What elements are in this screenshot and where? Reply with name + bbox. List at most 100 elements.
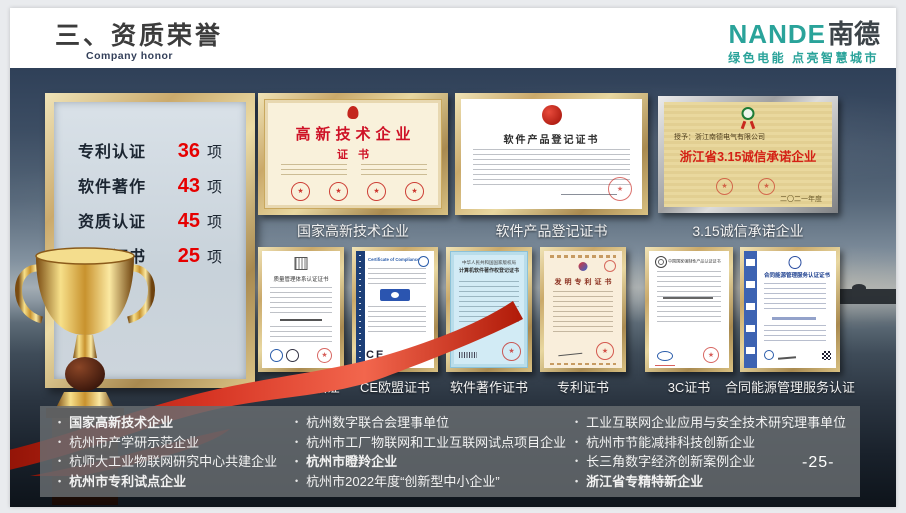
logo-latin-text: NANDE xyxy=(729,19,826,49)
signature-line xyxy=(558,347,583,356)
honors-list: 工业互联网企业应用与安全技术研究理事单位 杭州市节能减排科技创新企业 长三角数字… xyxy=(575,413,846,491)
certificate-inner: 中国国家强制性产品认证证书 xyxy=(649,251,729,368)
red-star-stamp-icon xyxy=(502,342,521,361)
certificate-inner: 中华人民共和国国家版权局 计算机软件著作权登记证书 xyxy=(450,251,528,368)
accreditation-mark-icon xyxy=(764,350,774,360)
stat-row-patents: 专利认证 36 项 xyxy=(78,138,222,163)
gec-logo-icon xyxy=(746,259,755,266)
certificate-title: 高新技术企业 xyxy=(265,123,441,144)
slide-background: { "header": { "title": "三、资质荣誉", "subtit… xyxy=(0,0,906,513)
text-lines xyxy=(764,283,826,313)
iaf-mark-icon xyxy=(270,349,283,362)
honor-item: 杭州市2022年度“创新型中小企业” xyxy=(295,472,566,492)
stat-unit: 项 xyxy=(207,176,222,197)
torch-logo-icon xyxy=(347,106,359,120)
red-seal-icon xyxy=(608,177,632,201)
honor-item: 杭州市节能减排科技创新企业 xyxy=(575,433,846,453)
certificate-software-product: 软件产品登记证书 xyxy=(455,93,648,215)
certificate-authority: 中华人民共和国国家版权局 xyxy=(450,260,528,266)
certificate-inner: 授予：浙江南德电气有限公司 浙江省3.15诚信承诺企业 二〇二一年度 xyxy=(664,102,832,207)
red-seal-icon xyxy=(329,182,348,201)
ccc-mark-inner xyxy=(658,259,664,265)
certificate-high-tech-enterprise: 高新技术企业 证书 xyxy=(258,93,448,215)
band-text-lines xyxy=(359,255,361,363)
certificate-title: 软件产品登记证书 xyxy=(461,131,642,146)
red-seal-icon xyxy=(415,350,427,362)
gec-logo-icon xyxy=(746,347,755,354)
award-line: 授予：浙江南德电气有限公司 xyxy=(674,132,765,142)
certificate-title: 浙江省3.15诚信承诺企业 xyxy=(664,146,832,165)
qr-code xyxy=(822,351,831,360)
highlight-line xyxy=(663,297,713,299)
national-emblem-icon xyxy=(542,105,562,125)
tree-silhouette xyxy=(852,284,866,292)
red-seal-icon xyxy=(703,347,719,363)
logo-cjk-text: 南德 xyxy=(828,19,880,49)
ce-mark: CE xyxy=(366,349,385,361)
certificate-caption: 软件产品登记证书 xyxy=(455,221,648,241)
gec-logo-icon xyxy=(746,325,755,332)
barcode xyxy=(459,352,477,358)
company-slogan: 绿色电能 点亮智慧城市 xyxy=(728,49,879,66)
certificate-title: 合同能源管理服务认证证书 xyxy=(760,271,834,279)
certificate-315-integrity: 授予：浙江南德电气有限公司 浙江省3.15诚信承诺企业 二〇二一年度 xyxy=(658,96,838,213)
text-lines xyxy=(270,287,332,315)
honors-list: 杭州数字联合会理事单位 杭州市工厂物联网和工业互联网试点项目企业 杭州市瞪羚企业… xyxy=(295,413,566,491)
stat-label: 资质认证 xyxy=(78,208,146,232)
page-title: 三、资质荣誉 xyxy=(55,16,223,52)
certificate-caption: 国家高新技术企业 xyxy=(258,221,448,241)
certificate-3c: 中国国家强制性产品认证证书 xyxy=(645,247,733,372)
certificate-ce: Certificate of Compliance CE xyxy=(352,247,438,372)
certificate-subtitle: 证书 xyxy=(265,146,441,162)
stat-value: 25 xyxy=(178,245,200,268)
certificate-title: 发明专利证书 xyxy=(544,277,622,287)
text-lines xyxy=(473,149,630,185)
honor-item: 杭州市工厂物联网和工业互联网试点项目企业 xyxy=(295,433,566,453)
stat-value: 43 xyxy=(178,175,200,198)
ccc-mark-icon xyxy=(655,256,667,268)
red-seal-outline-icon xyxy=(604,260,616,272)
stat-unit: 项 xyxy=(207,246,222,267)
certificate-inner: 发明专利证书 xyxy=(544,251,622,368)
red-seal-icon xyxy=(596,342,614,360)
header: 三、资质荣誉 Company honor NANDE南德 绿色电能 点亮智慧城市 xyxy=(10,8,896,68)
honor-item: 杭师大工业物联网研究中心共建企业 xyxy=(58,452,277,472)
honor-item: 杭州市专利试点企业 xyxy=(58,472,277,492)
stat-label: 软件著作 xyxy=(78,173,146,197)
certificate-energy-management: 合同能源管理服务认证证书 xyxy=(740,247,840,372)
honor-item: 浙江省专精特新企业 xyxy=(575,472,846,492)
company-logo: NANDE南德 xyxy=(729,14,880,51)
certificate-caption: 合同能源管理服务认证 xyxy=(715,377,865,396)
certificate-inner: 高新技术企业 证书 xyxy=(264,99,442,209)
cqc-mark-icon xyxy=(657,351,673,361)
cnas-mark-icon xyxy=(286,349,299,362)
certificate-title: Certificate of Compliance xyxy=(368,257,420,262)
honors-column-3: 工业互联网企业应用与安全技术研究理事单位 杭州市节能减排科技创新企业 长三角数字… xyxy=(575,413,846,491)
certificate-caption: 3.15诚信承诺企业 xyxy=(658,221,838,241)
stat-label: 专利认证 xyxy=(78,138,146,162)
certificate-iso9001: 质量管理体系认证证书 xyxy=(258,247,344,372)
red-seal-icon xyxy=(405,182,424,201)
honor-item: 杭州市产学研示范企业 xyxy=(58,433,277,453)
red-seal-icon xyxy=(716,178,733,195)
honors-list: 国家高新技术企业 杭州市产学研示范企业 杭师大工业物联网研究中心共建企业 杭州市… xyxy=(58,413,277,491)
gec-logo-icon xyxy=(746,303,755,310)
certificate-inner: 合同能源管理服务认证证书 xyxy=(744,251,836,368)
product-photo-thumb xyxy=(380,289,410,301)
slide: 三、资质荣誉 Company honor NANDE南德 绿色电能 点亮智慧城市… xyxy=(10,8,896,507)
background-photo: 专利认证 36 项 软件著作 43 项 资质认证 45 项 xyxy=(10,68,896,507)
decorative-border xyxy=(550,255,616,258)
stat-value: 45 xyxy=(178,210,200,233)
certificate-title: 质量管理体系认证证书 xyxy=(262,275,340,283)
ce-globe-icon xyxy=(418,256,429,267)
grade-line xyxy=(772,317,816,320)
text-lines xyxy=(361,164,427,177)
logo-ribbon-icon xyxy=(750,121,756,130)
text-lines xyxy=(459,281,519,325)
honor-item: 工业互联网企业应用与安全技术研究理事单位 xyxy=(575,413,846,433)
certificate-title: 计算机软件著作权登记证书 xyxy=(450,267,528,274)
honor-item: 国家高新技术企业 xyxy=(58,413,277,433)
year-line: 二〇二一年度 xyxy=(780,194,822,204)
honor-item: 杭州市瞪羚企业 xyxy=(295,452,566,472)
stat-unit: 项 xyxy=(207,141,222,162)
